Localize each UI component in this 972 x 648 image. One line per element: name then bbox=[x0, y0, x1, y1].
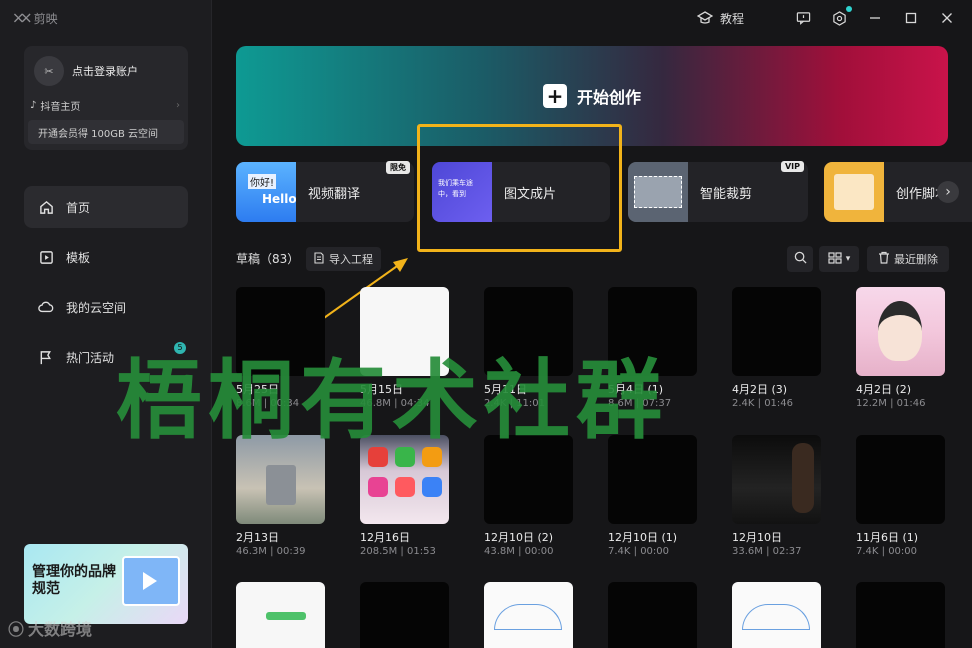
search-button[interactable] bbox=[787, 246, 813, 272]
draft-thumbnail[interactable] bbox=[484, 287, 573, 376]
mindmap-lines bbox=[742, 604, 810, 630]
chevron-down-icon: ▾ bbox=[845, 254, 851, 264]
draft-date: 5月15日 bbox=[360, 383, 403, 396]
import-project-button[interactable]: 导入工程 bbox=[306, 247, 381, 271]
view-mode-button[interactable]: ▾ bbox=[819, 246, 859, 272]
mindmap-lines bbox=[494, 604, 562, 630]
draft-date: 5月25日 bbox=[236, 383, 279, 396]
corner-watermark-logo-icon: ⦿ bbox=[8, 620, 25, 639]
draft-meta: 2.4K | 01:46 bbox=[732, 398, 794, 409]
draft-meta: 46.8M | 04:34 bbox=[360, 398, 430, 409]
draft-thumbnail[interactable] bbox=[360, 287, 449, 376]
portrait bbox=[878, 301, 922, 361]
draft-meta: 33.6M | 02:37 bbox=[732, 546, 802, 557]
draft-thumbnail[interactable] bbox=[236, 287, 325, 376]
draft-thumbnail[interactable] bbox=[608, 287, 697, 376]
draft-date: 12月10日 (1) bbox=[608, 531, 678, 544]
document-icon bbox=[314, 251, 324, 267]
draft-meta: 8.6M | 00:34 bbox=[236, 398, 300, 409]
draft-meta: 7.4K | 00:00 bbox=[608, 546, 670, 557]
draft-thumbnail[interactable] bbox=[608, 582, 697, 648]
draft-thumbnail[interactable] bbox=[856, 287, 945, 376]
drafts-title: 草稿（83） bbox=[236, 252, 300, 266]
draft-date: 11月6日 (1) bbox=[856, 531, 919, 544]
grid-view-icon bbox=[828, 251, 842, 267]
draft-thumbnail[interactable] bbox=[732, 435, 821, 524]
draft-meta: 7.4K | 00:00 bbox=[856, 546, 918, 557]
draft-meta: 46.3M | 00:39 bbox=[236, 546, 306, 557]
corner-watermark: ⦿ 大数跨境 bbox=[8, 616, 92, 640]
draft-date: 5月11日 bbox=[484, 383, 527, 396]
draft-date: 5月4日 (1) bbox=[608, 383, 664, 396]
draft-date: 12月16日 bbox=[360, 531, 410, 544]
corner-watermark-text: 大数跨境 bbox=[28, 620, 93, 639]
green-bar bbox=[266, 612, 306, 620]
import-label: 导入工程 bbox=[329, 253, 373, 266]
draft-date: 4月2日 (3) bbox=[732, 383, 788, 396]
draft-meta: 2.4K | 11:01 bbox=[484, 398, 546, 409]
draft-meta: 12.2M | 01:46 bbox=[856, 398, 926, 409]
draft-date: 12月10日 (2) bbox=[484, 531, 554, 544]
app-icon bbox=[368, 477, 388, 497]
draft-thumbnail[interactable] bbox=[856, 435, 945, 524]
app-icon bbox=[395, 447, 415, 467]
draft-thumbnail[interactable] bbox=[608, 435, 697, 524]
app-icon bbox=[422, 477, 442, 497]
draft-date: 12月10日 bbox=[732, 531, 782, 544]
draft-meta: 208.5M | 01:53 bbox=[360, 546, 436, 557]
draft-thumbnail[interactable] bbox=[732, 582, 821, 648]
app-icon bbox=[368, 447, 388, 467]
blurred-region bbox=[266, 465, 296, 505]
recently-deleted-label: 最近删除 bbox=[894, 253, 938, 266]
recently-deleted-button[interactable]: 最近删除 bbox=[867, 246, 949, 272]
draft-thumbnail[interactable] bbox=[236, 435, 325, 524]
draft-meta: 43.8M | 00:00 bbox=[484, 546, 554, 557]
draft-thumbnail[interactable] bbox=[856, 582, 945, 648]
draft-date: 2月13日 bbox=[236, 531, 279, 544]
app-icon bbox=[422, 447, 442, 467]
draft-meta: 8.6M | 07:37 bbox=[608, 398, 672, 409]
draft-thumbnail[interactable] bbox=[360, 582, 449, 648]
draft-thumbnail[interactable] bbox=[732, 287, 821, 376]
draft-thumbnail[interactable] bbox=[360, 435, 449, 524]
draft-thumbnail[interactable] bbox=[236, 582, 325, 648]
app-icon bbox=[395, 477, 415, 497]
person-figure bbox=[792, 443, 814, 513]
search-icon bbox=[794, 251, 807, 267]
draft-thumbnail[interactable] bbox=[484, 582, 573, 648]
draft-thumbnail[interactable] bbox=[484, 435, 573, 524]
draft-date: 4月2日 (2) bbox=[856, 383, 912, 396]
trash-icon bbox=[878, 251, 890, 267]
